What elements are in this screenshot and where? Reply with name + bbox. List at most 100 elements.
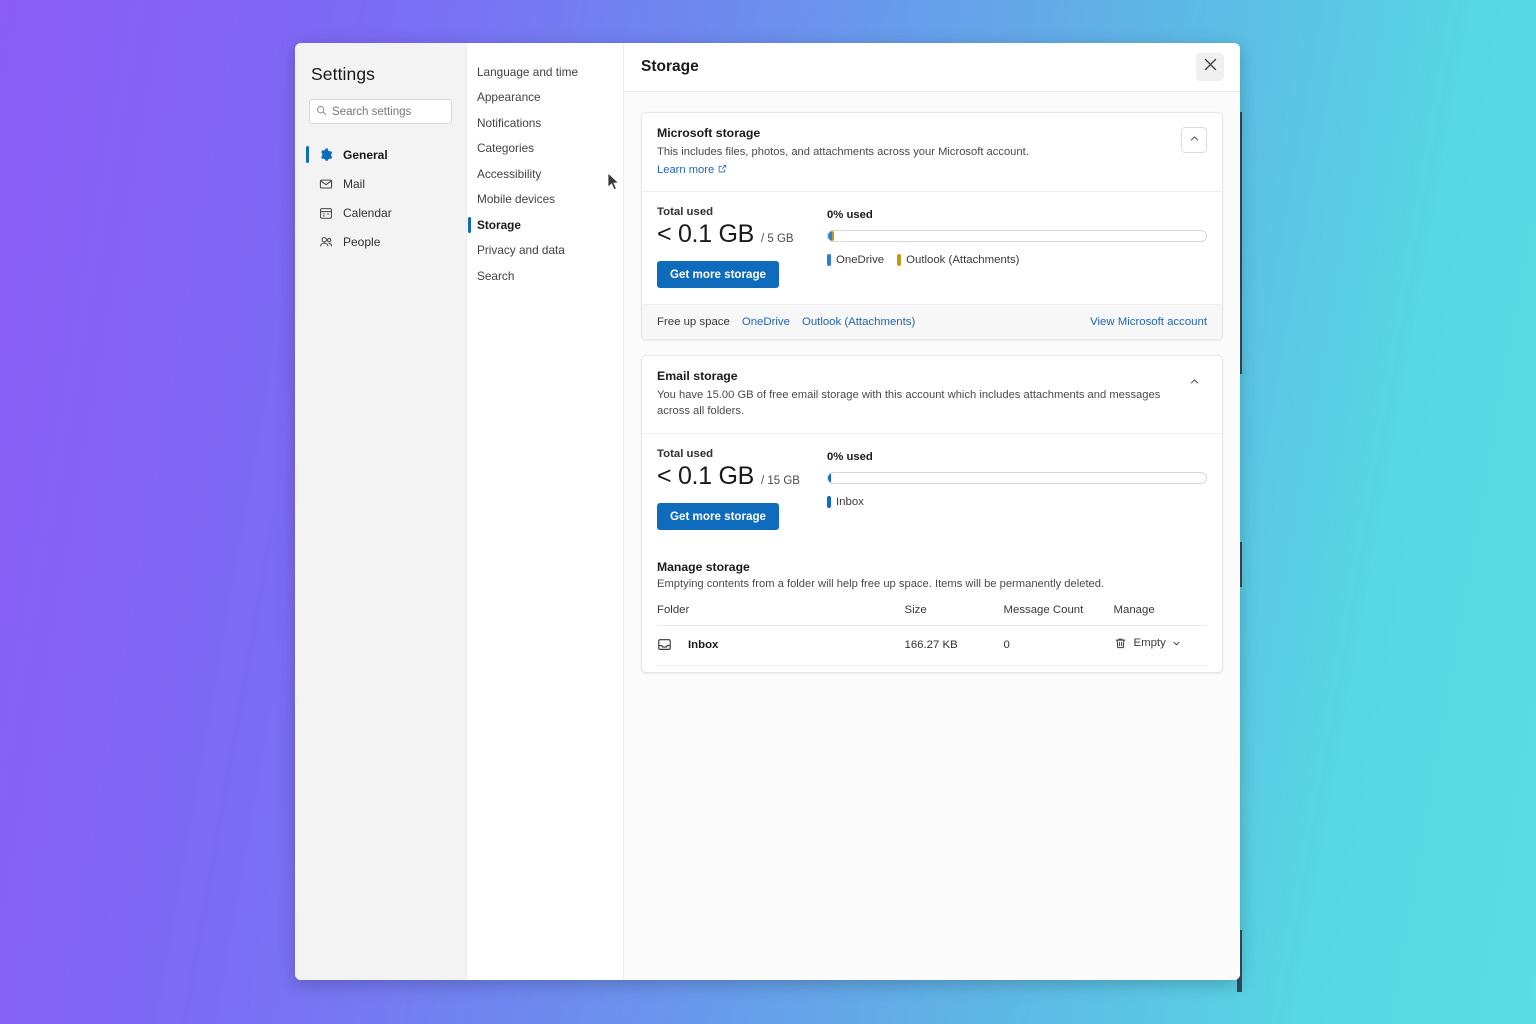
folder-name: Inbox bbox=[688, 638, 719, 651]
email-storage-title: Email storage bbox=[657, 369, 738, 384]
subnav-item-label: Accessibility bbox=[477, 166, 542, 181]
empty-folder-button[interactable]: Empty bbox=[1114, 637, 1181, 650]
microsoft-storage-usage: Total used < 0.1 GB / 5 GB Get more stor… bbox=[642, 192, 1222, 304]
microsoft-storage-header: Microsoft storage This includes files, p… bbox=[642, 113, 1222, 193]
storage-amount: < 0.1 GB bbox=[657, 220, 754, 249]
manage-storage-table: Folder Size Message Count Manage Inbox 1… bbox=[657, 603, 1207, 666]
gear-icon bbox=[319, 147, 333, 162]
storage-quota: / 15 GB bbox=[760, 474, 800, 487]
search-settings-box[interactable] bbox=[309, 99, 452, 124]
learn-more-label: Learn more bbox=[657, 164, 715, 177]
percent-used-label: 0% used bbox=[827, 209, 873, 222]
subnav-item-accessibility[interactable]: Accessibility bbox=[467, 161, 623, 187]
settings-title: Settings bbox=[311, 64, 376, 84]
email-storage-bar bbox=[827, 471, 1207, 484]
manage-storage-subtitle: Emptying contents from a folder will hel… bbox=[657, 577, 1105, 590]
subnav-item-label: Categories bbox=[477, 141, 535, 156]
email-storage-card: Email storage You have 15.00 GB of free … bbox=[641, 355, 1223, 673]
view-microsoft-account-link[interactable]: View Microsoft account bbox=[1090, 316, 1207, 328]
sidebar-item-calendar[interactable]: Calendar bbox=[309, 199, 452, 226]
manage-storage-section: Manage storage Emptying contents from a … bbox=[642, 546, 1222, 672]
search-icon bbox=[316, 103, 327, 121]
free-up-space-onedrive-link[interactable]: OneDrive bbox=[742, 316, 790, 328]
envelope-icon bbox=[319, 177, 333, 191]
microsoft-storage-footer: Free up space OneDrive Outlook (Attachme… bbox=[642, 304, 1222, 340]
percent-used-label: 0% used bbox=[827, 450, 873, 463]
column-header-manage: Manage bbox=[1113, 603, 1207, 626]
cell-size: 166.27 KB bbox=[904, 625, 1004, 666]
get-more-storage-button[interactable]: Get more storage bbox=[657, 261, 779, 289]
email-storage-collapse-button[interactable] bbox=[1181, 370, 1207, 396]
search-input[interactable] bbox=[332, 105, 445, 118]
page-title: Storage bbox=[641, 58, 699, 75]
people-icon bbox=[319, 235, 333, 249]
legend-item-outlook: Outlook (Attachments) bbox=[897, 254, 1020, 267]
chevron-up-icon bbox=[1189, 131, 1200, 149]
legend-swatch bbox=[897, 254, 902, 267]
settings-subnav: Language and time Appearance Notificatio… bbox=[467, 43, 624, 980]
inbox-icon bbox=[657, 637, 672, 652]
sidebar-item-label: Mail bbox=[343, 176, 366, 191]
get-more-storage-button[interactable]: Get more storage bbox=[657, 502, 779, 530]
external-link-icon bbox=[714, 164, 727, 176]
email-storage-usage: Total used < 0.1 GB / 15 GB Get more sto… bbox=[642, 434, 1222, 546]
storage-content: Microsoft storage This includes files, p… bbox=[624, 92, 1240, 980]
subnav-item-label: Mobile devices bbox=[477, 192, 556, 207]
subnav-item-label: Language and time bbox=[477, 64, 579, 79]
cell-manage: Empty bbox=[1113, 625, 1207, 666]
cell-folder: Inbox bbox=[657, 625, 905, 666]
total-used-label: Total used bbox=[657, 206, 714, 219]
total-used-value: < 0.1 GB / 15 GB bbox=[657, 462, 827, 491]
microsoft-storage-subtitle: This includes files, photos, and attachm… bbox=[657, 146, 1029, 158]
sidebar-item-label: Calendar bbox=[343, 205, 392, 220]
subnav-item-notifications[interactable]: Notifications bbox=[467, 110, 623, 136]
column-header-size: Size bbox=[904, 603, 1004, 626]
email-storage-header: Email storage You have 15.00 GB of free … bbox=[642, 356, 1222, 434]
sidebar-item-people[interactable]: People bbox=[309, 228, 452, 255]
free-up-space-label: Free up space bbox=[657, 316, 730, 329]
manage-storage-title: Manage storage bbox=[657, 559, 750, 574]
mouse-cursor bbox=[607, 172, 621, 192]
table-row[interactable]: Inbox 166.27 KB 0 Empty bbox=[657, 625, 1207, 666]
legend-swatch bbox=[827, 254, 831, 267]
microsoft-storage-bar bbox=[827, 230, 1207, 243]
storage-amount: < 0.1 GB bbox=[657, 461, 754, 490]
sidebar-item-label: People bbox=[343, 234, 381, 249]
subnav-item-label: Notifications bbox=[477, 115, 542, 130]
legend-item-onedrive: OneDrive bbox=[827, 254, 885, 267]
storage-quota: / 5 GB bbox=[760, 233, 794, 246]
legend-label: Inbox bbox=[836, 495, 864, 508]
subnav-item-search[interactable]: Search bbox=[467, 263, 623, 289]
bar-segment-inbox bbox=[828, 472, 832, 483]
subnav-item-appearance[interactable]: Appearance bbox=[467, 85, 623, 111]
close-icon bbox=[1203, 57, 1218, 77]
sidebar-item-general[interactable]: General bbox=[306, 141, 452, 168]
subnav-item-privacy-and-data[interactable]: Privacy and data bbox=[467, 238, 623, 264]
subnav-item-mobile-devices[interactable]: Mobile devices bbox=[467, 187, 623, 213]
column-header-message-count: Message Count bbox=[1003, 603, 1114, 626]
subnav-item-label: Search bbox=[477, 268, 515, 283]
learn-more-link[interactable]: Learn more bbox=[657, 164, 727, 176]
microsoft-storage-legend: OneDrive Outlook (Attachments) bbox=[827, 254, 1207, 267]
email-storage-subtitle: You have 15.00 GB of free email storage … bbox=[657, 389, 1161, 418]
table-header-row: Folder Size Message Count Manage bbox=[657, 603, 1207, 626]
bar-segment-outlook bbox=[831, 231, 835, 242]
microsoft-storage-title: Microsoft storage bbox=[657, 126, 761, 140]
free-up-space-outlook-link[interactable]: Outlook (Attachments) bbox=[802, 316, 915, 328]
total-used-label: Total used bbox=[657, 447, 714, 460]
legend-item-inbox: Inbox bbox=[827, 495, 864, 508]
legend-label: OneDrive bbox=[836, 254, 885, 267]
total-used-value: < 0.1 GB / 5 GB bbox=[657, 220, 827, 249]
subnav-item-storage[interactable]: Storage bbox=[467, 212, 623, 238]
sidebar-item-mail[interactable]: Mail bbox=[309, 170, 452, 197]
column-header-folder: Folder bbox=[657, 603, 905, 626]
legend-label: Outlook (Attachments) bbox=[906, 254, 1020, 267]
subnav-item-label: Appearance bbox=[477, 90, 541, 105]
microsoft-storage-collapse-button[interactable] bbox=[1181, 127, 1207, 153]
cell-message-count: 0 bbox=[1003, 625, 1114, 666]
subnav-item-categories[interactable]: Categories bbox=[467, 136, 623, 162]
main-header: Storage bbox=[624, 43, 1240, 92]
chevron-down-icon bbox=[1172, 639, 1181, 648]
subnav-item-language-and-time[interactable]: Language and time bbox=[467, 59, 623, 85]
close-button[interactable] bbox=[1196, 53, 1224, 81]
